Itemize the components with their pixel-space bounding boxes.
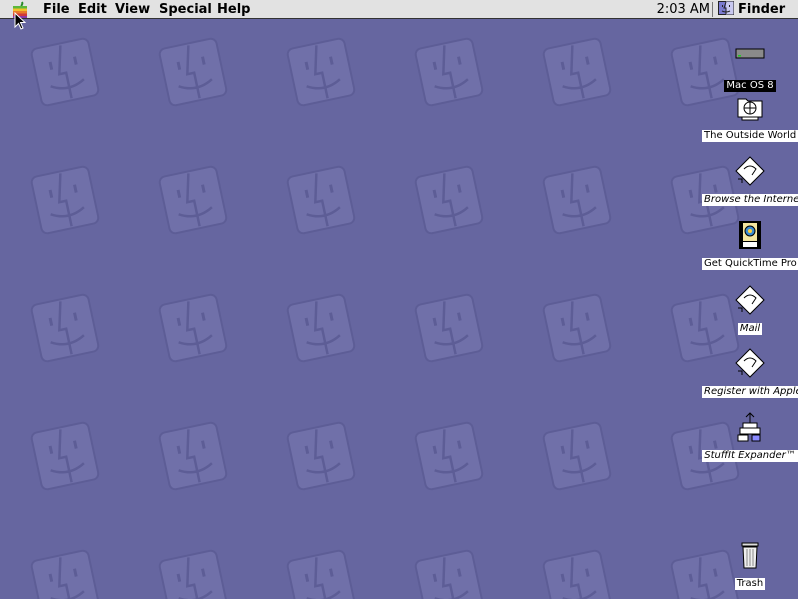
desktop-icon-trash[interactable]: Trash (702, 539, 798, 590)
stuffit-expander-icon (737, 412, 761, 442)
finder-face-pattern-icon (30, 421, 100, 491)
desktop-icon-mail[interactable]: Mail (702, 284, 798, 335)
mouse-pointer-icon (14, 12, 27, 30)
help-menu[interactable]: Help (217, 0, 250, 19)
finder-face-pattern-icon (286, 165, 356, 235)
icon-label: Trash (734, 578, 766, 590)
finder-face-pattern-icon (286, 549, 356, 599)
hard-drive-icon (735, 48, 765, 59)
finder-face-pattern-icon (542, 293, 612, 363)
finder-face-pattern-icon (30, 37, 100, 107)
finder-face-pattern-icon (414, 37, 484, 107)
finder-face-pattern-icon (286, 37, 356, 107)
trash-icon (741, 542, 759, 569)
quicktime-movie-icon (739, 221, 761, 249)
finder-face-pattern-icon (286, 421, 356, 491)
alias-diamond-icon (735, 156, 765, 186)
finder-face-pattern-icon (30, 549, 100, 599)
finder-face-pattern-icon (414, 549, 484, 599)
finder-face-pattern-icon (542, 549, 612, 599)
file-menu[interactable]: File (43, 0, 70, 19)
finder-icon (718, 1, 734, 15)
finder-face-pattern-icon (158, 421, 228, 491)
special-menu[interactable]: Special (159, 0, 212, 19)
menu-bar: File Edit View Special Help 2:03 AM Find… (0, 0, 798, 19)
finder-face-pattern-icon (414, 165, 484, 235)
finder-face-pattern-icon (158, 37, 228, 107)
network-folder-icon (737, 98, 763, 121)
desktop-icon-the-outside-world[interactable]: The Outside World (702, 91, 798, 142)
finder-face-pattern-icon (542, 421, 612, 491)
finder-face-pattern-icon (30, 293, 100, 363)
application-menu[interactable]: Finder (718, 0, 785, 19)
finder-face-pattern-icon (414, 293, 484, 363)
icon-label: Mail (737, 323, 763, 335)
icon-label: StuffIt Expander™ (702, 450, 798, 462)
application-menu-label: Finder (738, 2, 786, 17)
finder-face-pattern-icon (158, 549, 228, 599)
menu-clock[interactable]: 2:03 AM (657, 0, 710, 19)
finder-face-pattern-icon (542, 165, 612, 235)
desktop-icon-stuffit-expander[interactable]: StuffIt Expander™ (702, 411, 798, 462)
icon-label: Browse the Internet (702, 194, 798, 206)
icon-label: The Outside World (702, 130, 798, 142)
finder-face-pattern-icon (30, 165, 100, 235)
finder-face-pattern-icon (286, 293, 356, 363)
menu-divider (712, 2, 713, 17)
desktop[interactable] (0, 19, 798, 599)
finder-face-pattern-icon (158, 165, 228, 235)
desktop-icon-get-quicktime-pro[interactable]: Get QuickTime Pro (702, 219, 798, 270)
desktop-icon-mac-os-8[interactable]: Mac OS 8 (702, 41, 798, 92)
finder-face-pattern-icon (542, 37, 612, 107)
desktop-icon-browse-the-internet[interactable]: Browse the Internet (702, 155, 798, 206)
edit-menu[interactable]: Edit (78, 0, 107, 19)
view-menu[interactable]: View (115, 0, 150, 19)
alias-diamond-icon (735, 285, 765, 315)
finder-face-pattern-icon (158, 293, 228, 363)
icon-label: Get QuickTime Pro (702, 258, 798, 270)
icon-label: Register with Apple (702, 386, 798, 398)
desktop-icon-register-with-apple[interactable]: Register with Apple (702, 347, 798, 398)
alias-diamond-icon (735, 348, 765, 378)
finder-face-pattern-icon (414, 421, 484, 491)
